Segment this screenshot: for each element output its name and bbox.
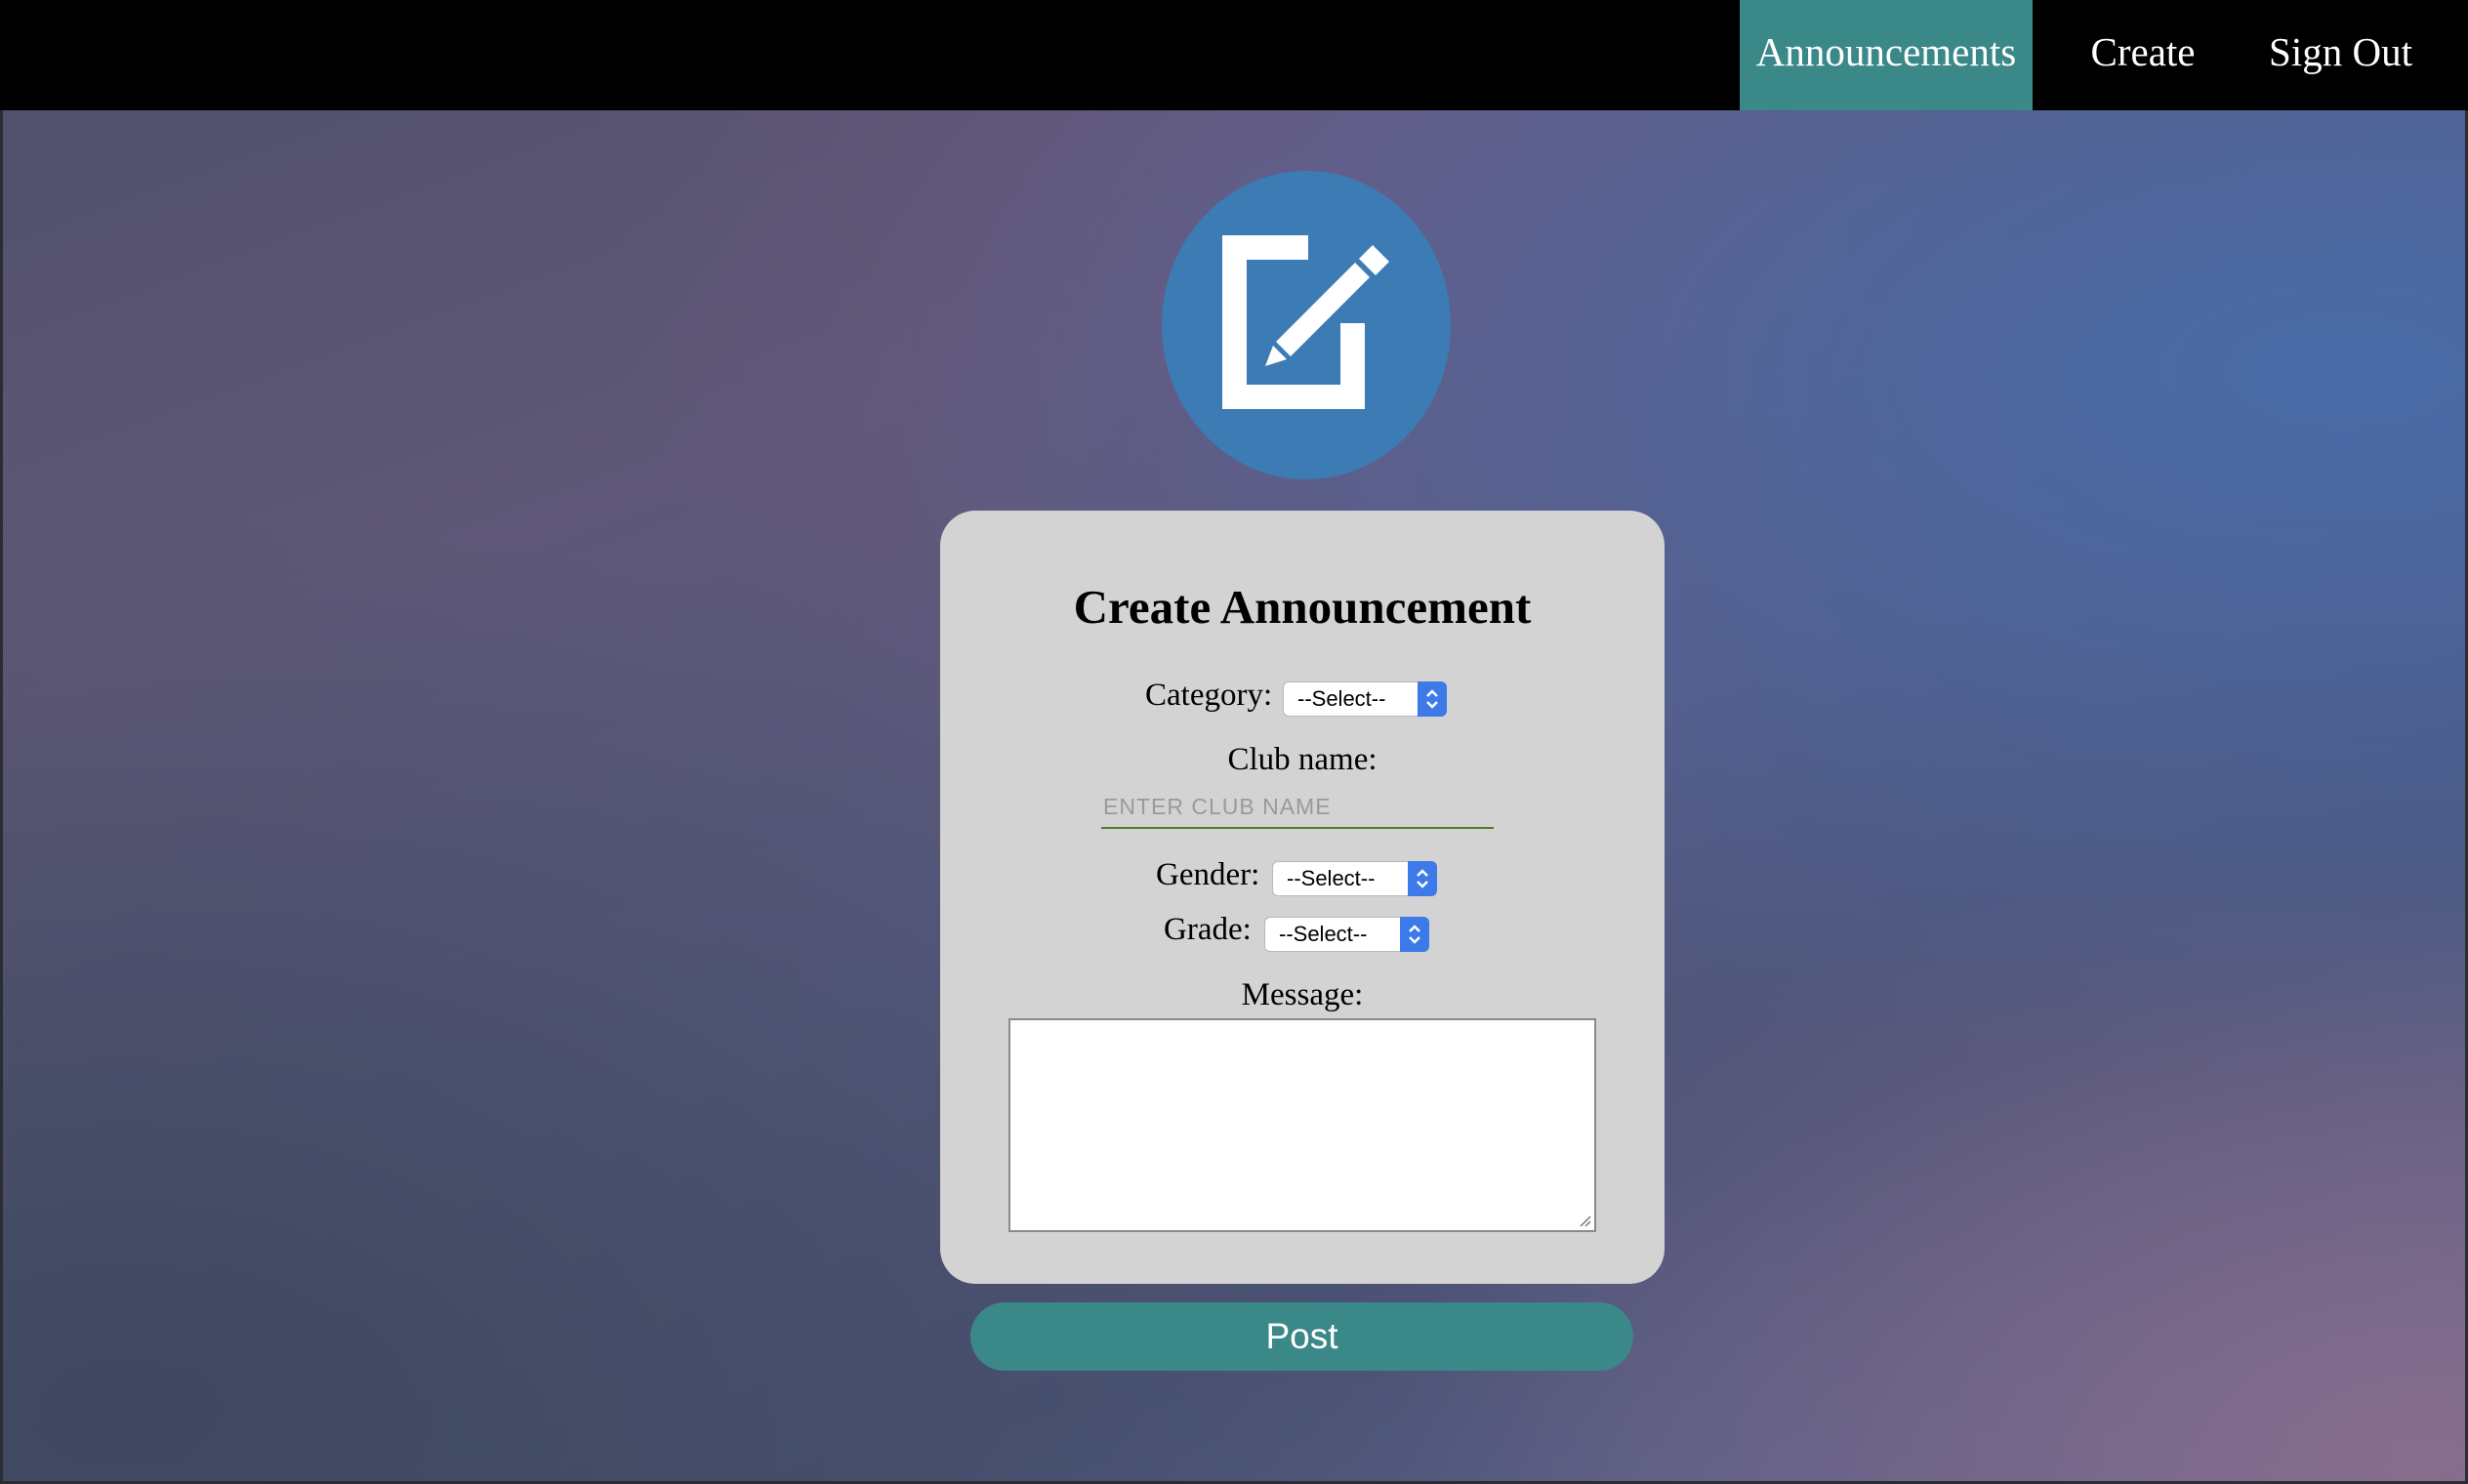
club-name-label: Club name: (1227, 742, 1378, 777)
category-select[interactable]: --Select-- (1283, 681, 1447, 717)
post-button[interactable]: Post (970, 1302, 1633, 1371)
category-label: Category: (1145, 678, 1273, 713)
club-name-input[interactable] (1101, 786, 1494, 829)
grade-selected-value: --Select-- (1279, 922, 1368, 946)
category-selected-value: --Select-- (1297, 686, 1386, 711)
gender-label: Gender: (1156, 857, 1260, 892)
message-label: Message: (1241, 977, 1364, 1012)
nav-sign-out-link[interactable]: Sign Out (2245, 0, 2436, 110)
resize-grip-icon[interactable] (1577, 1213, 1592, 1228)
top-navbar: Announcements Create Sign Out (0, 0, 2468, 110)
grade-label: Grade: (1164, 912, 1252, 947)
gender-selected-value: --Select-- (1287, 866, 1376, 890)
nav-create-link[interactable]: Create (2070, 0, 2216, 110)
grade-select[interactable]: --Select-- (1264, 917, 1429, 952)
nav-announcements-link[interactable]: Announcements (1740, 0, 2033, 110)
message-textarea[interactable] (1008, 1018, 1596, 1232)
select-chevron-icon (1418, 681, 1447, 717)
form-title: Create Announcement (1073, 580, 1532, 634)
create-announcement-card: Create Announcement Category: --Select--… (940, 511, 1665, 1284)
select-chevron-icon (1400, 917, 1429, 952)
gender-select[interactable]: --Select-- (1272, 861, 1437, 896)
edit-icon (1162, 171, 1451, 479)
select-chevron-icon (1408, 861, 1437, 896)
